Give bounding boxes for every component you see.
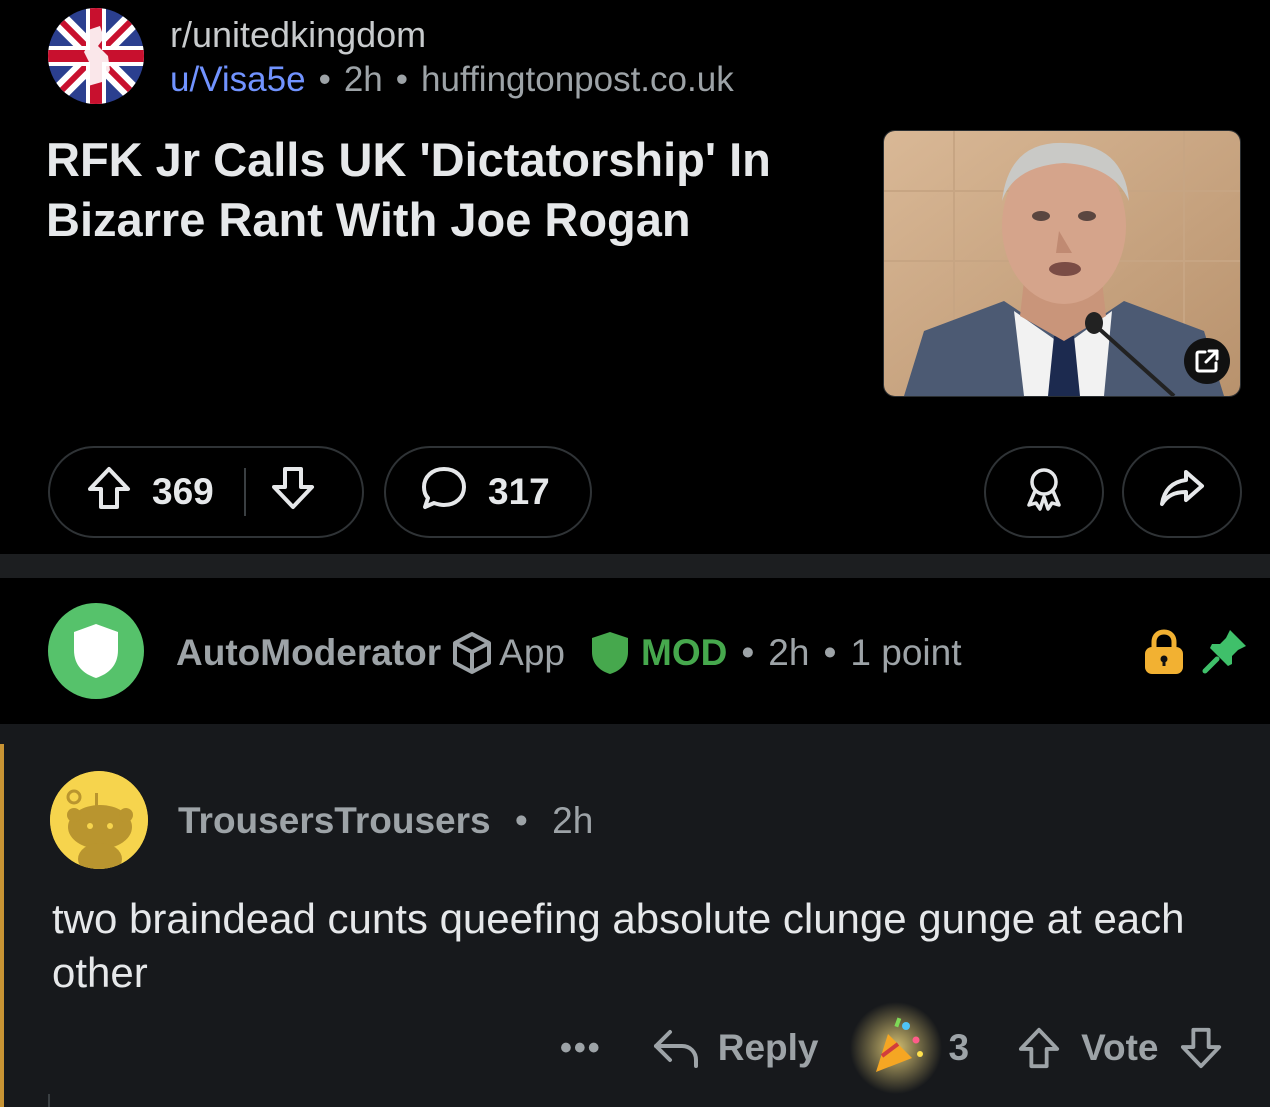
comment-count: 317 (488, 471, 550, 512)
lock-icon (1142, 628, 1186, 681)
award-button[interactable] (984, 446, 1104, 538)
meta-separator: • (741, 632, 755, 673)
comment-meta: TrousersTrousers • 2h (178, 800, 593, 842)
reply-button[interactable]: Reply (652, 1026, 819, 1070)
upvote-arrow-icon[interactable] (1017, 1026, 1061, 1070)
award-icon (1021, 465, 1067, 520)
automod-age: 2h (768, 632, 810, 673)
automod-meta: AutoModerator App MOD • 2h • 1 point (176, 630, 962, 676)
comment-actions: ••• Reply 3 Vote (560, 1002, 1223, 1094)
meta-separator: • (823, 632, 837, 673)
post-domain[interactable]: huffingtonpost.co.uk (421, 60, 734, 99)
vote-divider (243, 468, 246, 516)
comment-age: 2h (552, 800, 594, 841)
upvote-arrow-icon[interactable] (86, 465, 132, 520)
more-options-button[interactable]: ••• (560, 1029, 602, 1068)
downvote-arrow-icon[interactable] (1179, 1026, 1223, 1070)
subreddit-name[interactable]: r/unitedkingdom (170, 14, 426, 56)
party-popper-icon (848, 1000, 944, 1096)
mod-badge-label: MOD (641, 632, 728, 673)
share-button[interactable] (1122, 446, 1242, 538)
pin-icon (1202, 628, 1248, 679)
app-badge-label: App (499, 632, 565, 673)
vote-label: Vote (1081, 1027, 1159, 1068)
meta-separator: • (318, 60, 331, 99)
cube-icon (449, 630, 495, 676)
comment-username[interactable]: TrousersTrousers (178, 800, 491, 841)
comment-body: two braindead cunts queefing absolute cl… (52, 895, 1185, 996)
section-divider (0, 554, 1270, 578)
post-thumbnail[interactable] (883, 130, 1241, 397)
automod-username[interactable]: AutoModerator (176, 632, 441, 674)
award-count-value: 3 (948, 1027, 970, 1068)
thread-bar[interactable] (0, 744, 4, 1107)
award-count[interactable]: 3 (848, 1000, 969, 1096)
post-title[interactable]: RFK Jr Calls UK 'Dictatorship' In Bizarr… (46, 130, 846, 250)
automod-points: 1 point (850, 632, 962, 673)
upvote-count: 369 (152, 471, 214, 512)
snoo-avatar-icon[interactable] (50, 771, 148, 869)
meta-separator: • (514, 800, 528, 841)
speech-bubble-icon (420, 464, 468, 521)
vote-control: 369 (48, 446, 364, 538)
thread-line (48, 1094, 50, 1107)
post-author[interactable]: u/Visa5e (170, 60, 306, 99)
downvote-arrow-icon[interactable] (270, 465, 316, 520)
reply-label: Reply (717, 1027, 819, 1068)
post-meta: u/Visa5e • 2h • huffingtonpost.co.uk (170, 60, 734, 100)
comments-button[interactable]: 317 (384, 446, 592, 538)
external-link-icon[interactable] (1184, 338, 1230, 384)
share-arrow-icon (1158, 464, 1206, 521)
reply-arrow-icon (653, 1030, 698, 1068)
shield-icon[interactable] (48, 603, 144, 699)
meta-separator: • (395, 60, 409, 99)
comment-vote-control: Vote (1017, 1026, 1222, 1070)
mod-shield-icon (589, 630, 631, 676)
subreddit-avatar-uk-flag-icon[interactable] (48, 8, 144, 104)
post-age: 2h (343, 60, 383, 99)
